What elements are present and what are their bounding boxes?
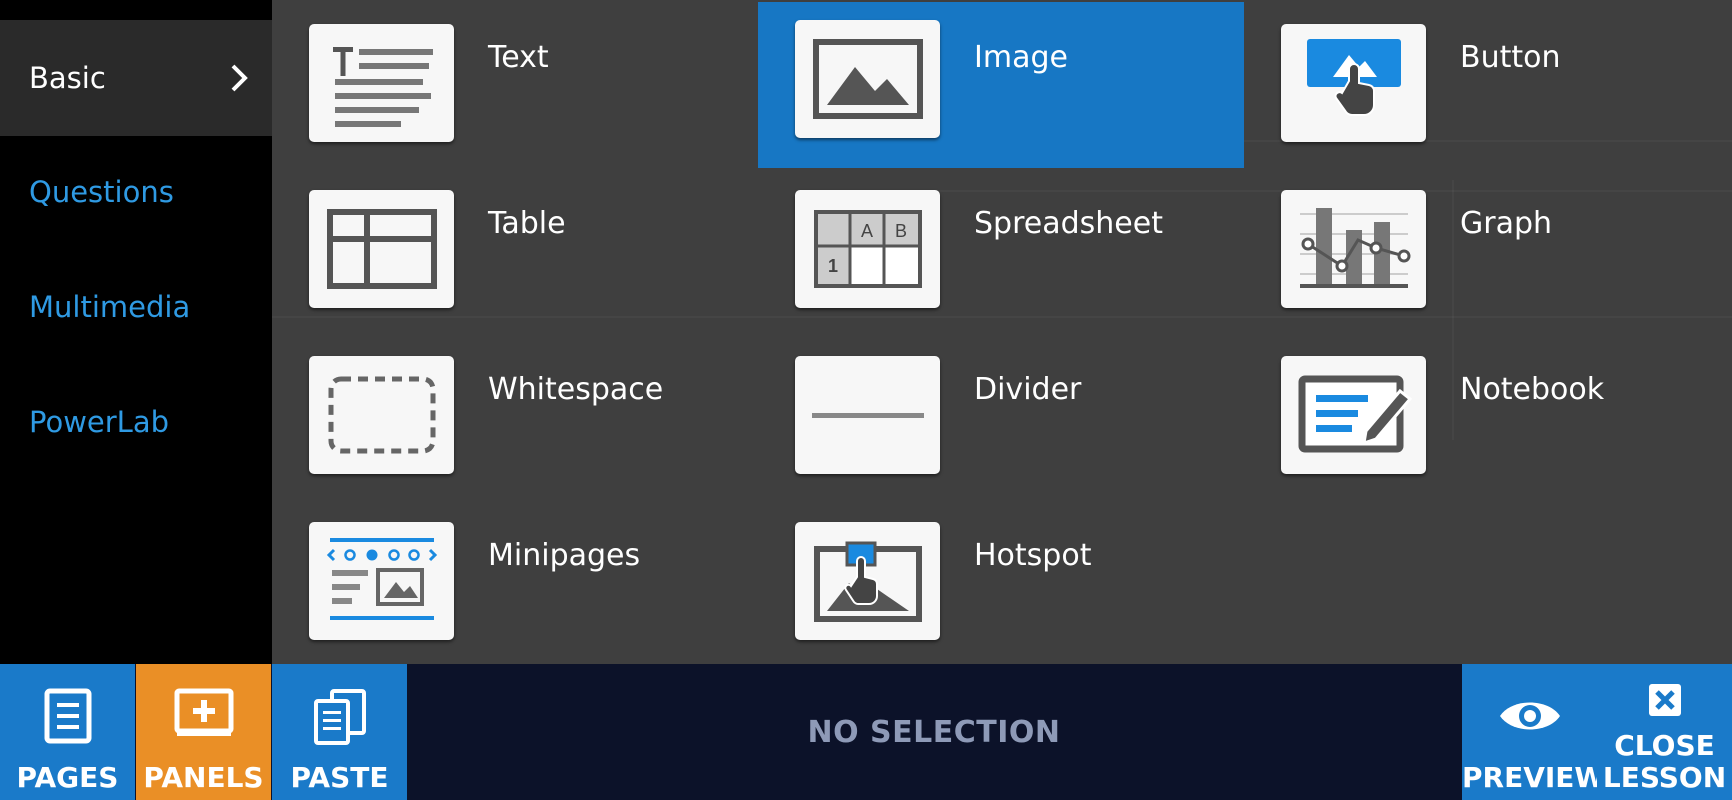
spreadsheet-icon-col-a: A — [860, 221, 872, 241]
panel-tile-hotspot[interactable]: Hotspot — [758, 500, 1244, 664]
sidebar-item-label: Questions — [29, 175, 174, 209]
panel-tile-label: Table — [488, 206, 566, 241]
bottom-toolbar: PAGES PANELS PASTE NO SELECTION PREVIEW — [0, 664, 1732, 800]
panel-tile-label: Minipages — [488, 538, 641, 573]
panel-tile-label: Whitespace — [488, 372, 664, 407]
spreadsheet-icon: A B 1 — [795, 190, 940, 308]
panel-tile-divider[interactable]: Divider — [758, 334, 1244, 500]
panels-button[interactable]: PANELS — [136, 664, 271, 800]
button-icon — [1281, 24, 1426, 142]
text-icon — [309, 24, 454, 142]
close-lesson-button-label: CLOSE LESSON — [1597, 730, 1732, 794]
sidebar-item-powerlab[interactable]: PowerLab — [0, 364, 272, 480]
preview-button-label: PREVIEW — [1462, 761, 1606, 794]
sidebar-item-label: Multimedia — [29, 290, 191, 324]
close-icon — [1648, 684, 1681, 716]
paste-button-label: PASTE — [290, 761, 389, 794]
panels-button-label: PANELS — [143, 761, 264, 794]
pages-button-label: PAGES — [16, 761, 119, 794]
divider-icon — [795, 356, 940, 474]
paste-button[interactable]: PASTE — [272, 664, 407, 800]
graph-icon — [1281, 190, 1426, 308]
add-panel-icon — [174, 688, 233, 736]
panel-tile-label: Divider — [974, 372, 1082, 407]
panel-tile-spreadsheet[interactable]: A B 1 Spreadsheet — [758, 168, 1244, 334]
panel-tile-label: Spreadsheet — [974, 206, 1163, 241]
sidebar-item-questions[interactable]: Questions — [0, 134, 272, 250]
panel-tile-label: Hotspot — [974, 538, 1092, 573]
panel-tile-label: Graph — [1460, 206, 1553, 241]
panel-tile-whitespace[interactable]: Whitespace — [272, 334, 758, 500]
hotspot-icon — [795, 522, 940, 640]
sidebar-item-label: Basic — [29, 61, 106, 95]
panel-tile-button[interactable]: Button — [1244, 2, 1730, 168]
panel-tile-label: Notebook — [1460, 372, 1605, 407]
panel-tile-minipages[interactable]: Minipages — [272, 500, 758, 664]
preview-button[interactable]: PREVIEW — [1462, 664, 1606, 800]
close-label-line-2: LESSON — [1602, 761, 1727, 794]
eye-icon — [1499, 702, 1560, 730]
image-icon — [795, 20, 940, 138]
whitespace-icon — [309, 356, 454, 474]
panel-category-sidebar: Basic Questions Multimedia PowerLab — [0, 0, 272, 664]
panel-tile-table[interactable]: Table — [272, 168, 758, 334]
panel-tile-label: Text — [488, 40, 549, 75]
panel-picker: Text Image Button Table A B 1 Spreadshee… — [272, 0, 1732, 664]
spreadsheet-icon-row-1: 1 — [827, 256, 837, 276]
panel-tile-image[interactable]: Image — [758, 2, 1244, 168]
panel-tile-notebook[interactable]: Notebook — [1244, 334, 1730, 500]
sidebar-item-label: PowerLab — [29, 405, 170, 439]
chevron-right-icon — [231, 64, 248, 92]
selection-status: NO SELECTION — [807, 714, 1061, 750]
spreadsheet-icon-col-b: B — [894, 221, 906, 241]
close-label-line-1: CLOSE — [1614, 729, 1715, 762]
notebook-icon — [1281, 356, 1426, 474]
panel-tile-text[interactable]: Text — [272, 2, 758, 168]
pages-icon — [44, 688, 91, 744]
panel-tile-graph[interactable]: Graph — [1244, 168, 1730, 334]
sidebar-item-multimedia[interactable]: Multimedia — [0, 249, 272, 365]
minipages-icon — [309, 522, 454, 640]
panel-tile-label: Button — [1460, 40, 1561, 75]
pages-button[interactable]: PAGES — [0, 664, 135, 800]
paste-icon — [313, 689, 366, 745]
table-icon — [309, 190, 454, 308]
panel-tile-label: Image — [974, 40, 1068, 75]
sidebar-item-basic[interactable]: Basic — [0, 20, 272, 136]
close-lesson-button[interactable]: CLOSE LESSON — [1597, 664, 1732, 800]
